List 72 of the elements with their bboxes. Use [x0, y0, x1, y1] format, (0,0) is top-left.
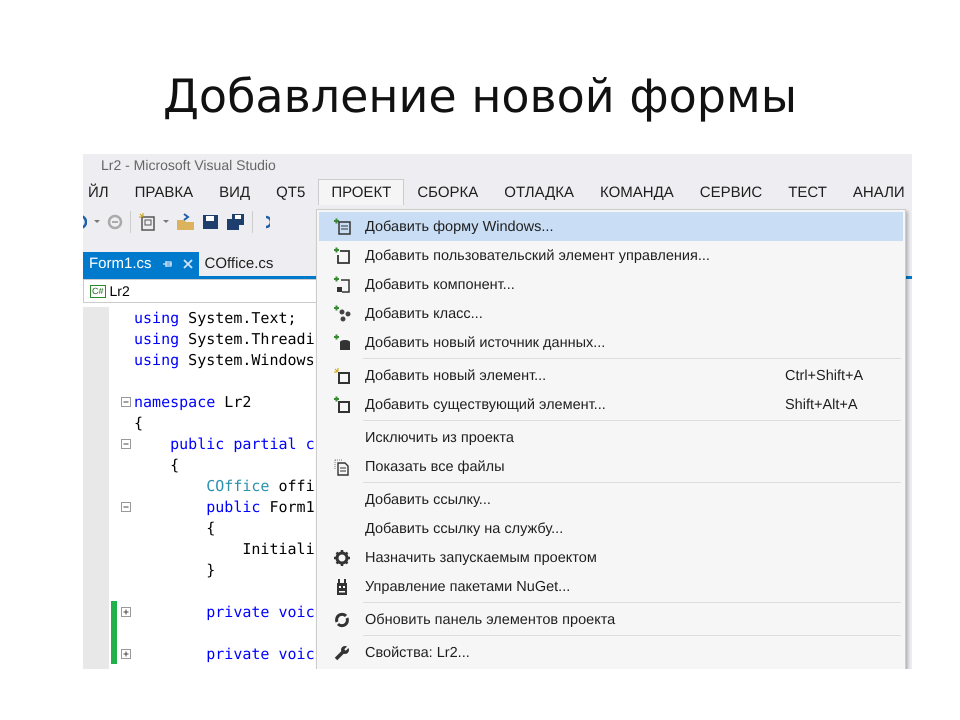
csharp-icon: C#: [90, 284, 106, 298]
code-line: namespace Lr2: [134, 392, 252, 410]
code-line: using System.Threadi: [134, 330, 315, 348]
menu-item[interactable]: ТЕСТ: [775, 179, 840, 205]
menu-item[interactable]: Добавить новый источник данных...: [319, 328, 903, 357]
menu-item[interactable]: ПРАВКА: [122, 179, 206, 205]
collapse-icon[interactable]: [120, 438, 130, 448]
menu-item[interactable]: Свойства: Lr2...: [319, 638, 903, 667]
refresh-icon: [333, 610, 351, 628]
code-line: Initiali: [241, 540, 315, 558]
save-all-icon[interactable]: [226, 212, 245, 230]
save-icon[interactable]: [202, 213, 219, 230]
collapse-icon[interactable]: [120, 396, 130, 406]
folder-icon[interactable]: [176, 212, 195, 230]
code-line: {: [205, 518, 216, 536]
code-line: {: [134, 414, 144, 432]
menu-item[interactable]: ЙЛ: [83, 179, 122, 205]
menu-item[interactable]: Добавить компонент...: [319, 270, 903, 299]
caret-icon[interactable]: [94, 220, 100, 223]
add-component-icon: [333, 276, 351, 294]
existing-item-icon: [333, 396, 351, 414]
project-label[interactable]: Lr2: [110, 283, 130, 299]
menu-item[interactable]: QT5: [263, 179, 318, 205]
menu-item[interactable]: СЕРВИС: [686, 179, 776, 205]
menu-item[interactable]: ОТЛАДКА: [491, 179, 588, 205]
code-line: public Form1: [205, 498, 315, 516]
shortcut-label: Shift+Alt+A: [785, 396, 859, 412]
code-line: using System.Text;: [134, 308, 297, 326]
add-control-icon: [333, 246, 351, 264]
pin-icon[interactable]: [162, 259, 173, 269]
menu-item[interactable]: СБОРКА: [404, 179, 492, 205]
menu-item[interactable]: Добавить новый элемент... Ctrl+Shift+A: [319, 361, 903, 390]
shortcut-label: Ctrl+Shift+A: [785, 368, 864, 384]
code-line: public partial c: [169, 434, 315, 452]
add-class-icon: [333, 304, 351, 322]
menu-item[interactable]: Добавить форму Windows...: [319, 212, 903, 241]
editor-tab[interactable]: Form1.cs: [83, 252, 199, 276]
menu-item[interactable]: Показать все файлы: [319, 452, 903, 481]
caret-icon[interactable]: [163, 220, 169, 223]
code-line: using System.Windows: [134, 350, 315, 368]
menu-item[interactable]: Добавить пользовательский элемент управления...: [319, 241, 903, 270]
add-form-icon: [333, 218, 351, 236]
menu-item[interactable]: Обновить панель элементов проекта: [319, 605, 903, 634]
menu-item[interactable]: Добавить ссылку на службу...: [319, 514, 903, 543]
new-item-icon: [333, 366, 351, 384]
gear-icon: [333, 548, 351, 566]
code-line: private voic: [205, 644, 315, 662]
expand-icon[interactable]: [120, 606, 130, 616]
slide-title: Добавление новой формы: [162, 68, 798, 125]
close-icon[interactable]: [182, 259, 193, 269]
collapse-icon[interactable]: [120, 502, 130, 512]
menu-item[interactable]: ПРОЕКТ: [318, 179, 404, 205]
editor-tab[interactable]: COffice.cs: [198, 252, 280, 276]
wrench-icon: [333, 644, 351, 662]
menu-item[interactable]: Назначить запускаемым проектом: [319, 543, 903, 572]
files-icon: [333, 458, 351, 476]
menu-item[interactable]: ВИД: [206, 179, 264, 205]
menu-item[interactable]: Управление пакетами NuGet...: [319, 572, 903, 601]
menu-item[interactable]: АНАЛИ: [840, 179, 912, 205]
menu-item[interactable]: КОМАНДА: [587, 179, 687, 205]
menu-item[interactable]: Добавить существующий элемент... Shift+Alt+A: [319, 390, 903, 419]
menu-item[interactable]: Добавить ссылку...: [319, 485, 903, 514]
add-datasource-icon: [333, 334, 351, 352]
menu-item[interactable]: Добавить класс...: [319, 299, 903, 328]
menu-item[interactable]: Исключить из проекта: [319, 423, 903, 452]
code-line: }: [205, 560, 216, 578]
new-project-icon[interactable]: [138, 212, 156, 231]
code-line: {: [169, 456, 180, 474]
expand-icon[interactable]: [120, 648, 130, 658]
code-line: private voic: [205, 602, 315, 620]
code-line: COffice offi: [205, 476, 315, 494]
window-title: Lr2 - Microsoft Visual Studio: [100, 156, 277, 175]
